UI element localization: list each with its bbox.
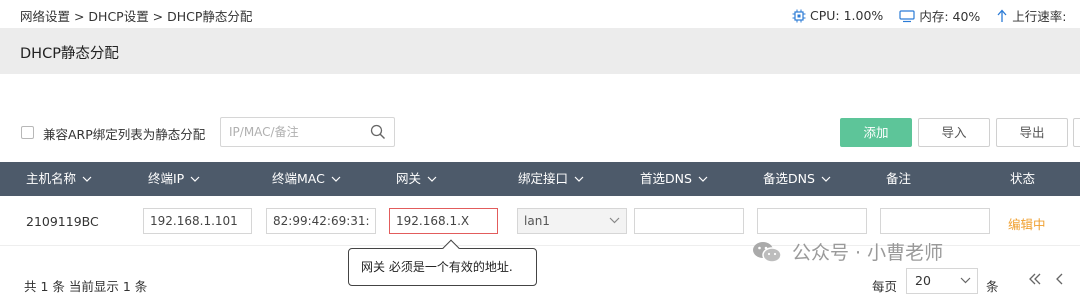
watermark: 公众号 · 小曹老师	[752, 238, 943, 265]
pager	[1028, 272, 1076, 290]
top-bar: 网络设置 > DHCP设置 > DHCP静态分配 CPU: 1.00% 内存: …	[0, 0, 1080, 28]
toolbar: 兼容ARP绑定列表为静态分配 添加 导入 导出	[0, 114, 1080, 150]
chevron-down-icon	[331, 176, 341, 182]
column-interface[interactable]: 绑定接口	[518, 162, 584, 196]
gateway-field[interactable]: 192.168.1.X	[389, 208, 498, 234]
prev-page-icon[interactable]	[1054, 272, 1064, 290]
cpu-value: CPU: 1.00%	[810, 8, 884, 23]
upload-stat: 上行速率:	[996, 6, 1067, 25]
hostname-cell: 2109119BC	[26, 214, 99, 229]
title-band: DHCP静态分配	[0, 28, 1080, 74]
chevron-down-icon	[698, 176, 708, 182]
column-gateway[interactable]: 网关	[396, 162, 437, 196]
column-interface-label: 绑定接口	[518, 171, 569, 186]
memory-icon	[899, 9, 915, 22]
first-page-icon[interactable]	[1028, 272, 1042, 290]
column-mac[interactable]: 终端MAC	[272, 162, 341, 196]
column-hostname[interactable]: 主机名称	[26, 162, 92, 196]
interface-value: lan1	[524, 214, 550, 228]
import-button[interactable]: 导入	[918, 118, 990, 147]
table-header: 主机名称 终端IP 终端MAC 网关 绑定接口 首选DNS 备选DNS 备注 状…	[0, 162, 1080, 196]
column-note: 备注	[886, 162, 911, 196]
column-note-label: 备注	[886, 171, 912, 186]
tooltip-message: 网关 必须是一个有效的地址.	[361, 260, 513, 274]
column-dns2[interactable]: 备选DNS	[763, 162, 831, 196]
arp-compat-label: 兼容ARP绑定列表为静态分配	[43, 127, 206, 142]
breadcrumb: 网络设置 > DHCP设置 > DHCP静态分配	[20, 9, 253, 24]
search-input[interactable]	[221, 118, 361, 146]
add-button[interactable]: 添加	[840, 118, 912, 147]
per-page-select[interactable]: 20	[906, 268, 978, 294]
arrow-up-icon	[997, 9, 1007, 22]
mac-field[interactable]: 82:99:42:69:31:	[266, 208, 376, 234]
per-page-label: 每页	[872, 279, 898, 294]
column-hostname-label: 主机名称	[26, 171, 77, 186]
dns2-field[interactable]	[757, 208, 867, 234]
column-ip[interactable]: 终端IP	[148, 162, 200, 196]
memory-stat: 内存: 40%	[899, 6, 980, 25]
chevron-down-icon	[821, 176, 831, 182]
chevron-down-icon	[960, 277, 971, 284]
search-icon[interactable]	[370, 124, 386, 140]
column-status: 状态	[1010, 162, 1035, 196]
watermark-text: 公众号 · 小曹老师	[792, 242, 944, 264]
chevron-down-icon	[427, 176, 437, 182]
cpu-stat: CPU: 1.00%	[792, 8, 883, 23]
search-box	[220, 117, 395, 147]
arp-compat-checkbox[interactable]	[21, 126, 34, 139]
ip-field[interactable]: 192.168.1.101	[143, 208, 252, 234]
chevron-down-icon	[574, 176, 584, 182]
interface-select[interactable]: lan1	[517, 208, 627, 234]
wechat-icon	[753, 241, 782, 263]
pagination-summary: 共 1 条 当前显示 1 条	[24, 279, 148, 294]
column-dns2-label: 备选DNS	[763, 171, 815, 186]
column-dns1[interactable]: 首选DNS	[640, 162, 708, 196]
per-page-value: 20	[915, 273, 931, 288]
system-stats: CPU: 1.00% 内存: 40% 上行速率:	[792, 6, 1080, 25]
chevron-down-icon	[609, 217, 620, 224]
dns1-field[interactable]	[634, 208, 744, 234]
page-title: DHCP静态分配	[20, 46, 119, 62]
status-editing[interactable]: 编辑中	[1008, 214, 1046, 233]
chevron-down-icon	[190, 176, 200, 182]
validation-tooltip: 网关 必须是一个有效的地址.	[348, 239, 537, 286]
upload-label: 上行速率:	[1012, 9, 1067, 24]
export-button[interactable]: 导出	[996, 118, 1068, 147]
cpu-icon	[792, 9, 806, 22]
note-field[interactable]	[880, 208, 990, 234]
more-button[interactable]	[1073, 118, 1080, 147]
memory-value: 内存: 40%	[919, 9, 981, 24]
per-page-unit: 条	[986, 279, 999, 294]
column-mac-label: 终端MAC	[272, 171, 325, 186]
column-status-label: 状态	[1010, 171, 1036, 186]
column-ip-label: 终端IP	[148, 171, 185, 186]
column-dns1-label: 首选DNS	[640, 171, 692, 186]
column-gateway-label: 网关	[396, 171, 422, 186]
chevron-down-icon	[82, 176, 92, 182]
